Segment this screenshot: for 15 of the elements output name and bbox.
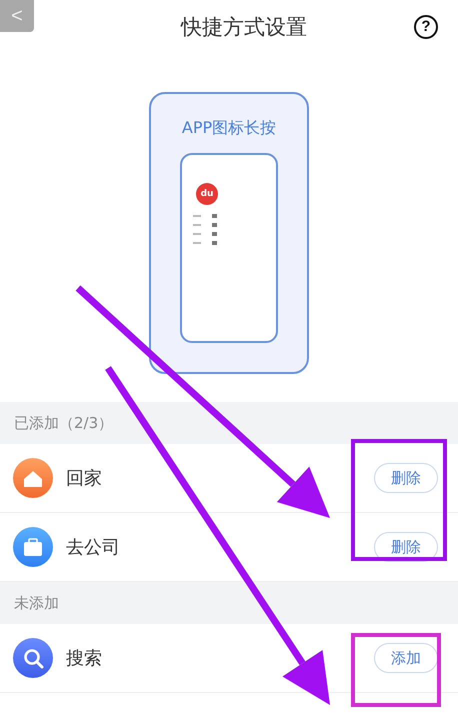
- page-title: 快捷方式设置: [181, 14, 307, 41]
- back-button[interactable]: <: [0, 0, 34, 32]
- help-button[interactable]: ?: [414, 15, 438, 39]
- search-icon: [13, 638, 53, 678]
- shortcut-name: 回家: [66, 467, 103, 490]
- briefcase-icon: [13, 527, 53, 567]
- shortcut-name: 去公司: [66, 536, 121, 559]
- shortcut-action-button[interactable]: 删除: [374, 463, 438, 493]
- guide-caption: APP图标长按: [182, 118, 276, 139]
- shortcut-action-button[interactable]: 添加: [374, 643, 438, 673]
- section-title: 未添加: [14, 594, 59, 612]
- house-icon: [13, 458, 53, 498]
- shortcut-name: 搜索: [66, 647, 103, 670]
- section-title: 已添加（2/3）: [14, 414, 114, 432]
- app-logo: du: [196, 183, 218, 205]
